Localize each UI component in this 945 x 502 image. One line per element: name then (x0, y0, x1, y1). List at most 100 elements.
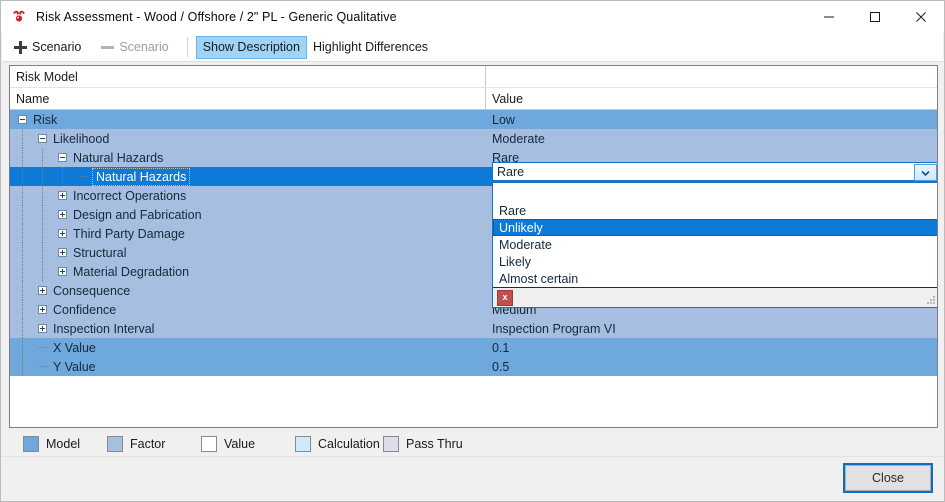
tree-guide-line (22, 357, 23, 376)
tree-row-value-cell[interactable]: Low (492, 110, 937, 129)
expand-icon[interactable] (38, 324, 47, 333)
tree-row-name-cell: Y Value (10, 357, 486, 376)
tree-row-name-cell: Natural Hazards (10, 148, 486, 167)
tree-leaf-connector (78, 172, 87, 181)
table-row[interactable]: Y Value 0.5 (10, 357, 937, 376)
remove-scenario-label: Scenario (119, 40, 169, 54)
tree-row-name-cell: Structural (10, 243, 486, 262)
dropdown-option[interactable]: Likely (493, 253, 937, 270)
expand-icon[interactable] (58, 229, 67, 238)
collapse-icon[interactable] (38, 134, 47, 143)
column-divider (485, 88, 486, 109)
table-row[interactable]: Likelihood Moderate (10, 129, 937, 148)
tree-guide-line (42, 148, 43, 167)
tree-row-label: Confidence (53, 302, 117, 317)
tree-row-name-cell: Third Party Damage (10, 224, 486, 243)
expand-icon[interactable] (38, 286, 47, 295)
tree-row-value: 0.1 (492, 340, 510, 355)
tree-leaf-connector (38, 362, 47, 371)
tree-row-value: Inspection Program VI (492, 321, 616, 336)
legend-swatch (383, 436, 399, 452)
legend-label: Calculation (318, 437, 380, 451)
app-icon (10, 8, 28, 26)
close-icon[interactable] (898, 1, 944, 33)
tree-guide-line (22, 129, 23, 148)
tree-row-label: Y Value (53, 359, 96, 374)
legend-item: Pass Thru (383, 436, 463, 452)
highlight-differences-toggle[interactable]: Highlight Differences (307, 37, 434, 58)
add-scenario-label: Scenario (32, 40, 82, 54)
close-button[interactable]: Close (843, 463, 933, 493)
dropdown-option[interactable]: Rare (493, 202, 937, 219)
tree-row-value: Low (492, 112, 515, 127)
tree-row-name-cell: Natural Hazards (10, 167, 486, 186)
window-controls (806, 1, 944, 33)
dropdown-option[interactable]: Unlikely (493, 219, 937, 236)
clear-x-icon[interactable]: x (497, 289, 513, 306)
tree-guide-line (62, 167, 63, 186)
legend-bar: Model Factor Value Calculation Pass Thru (9, 431, 938, 457)
dropdown-option-list: Rare Unlikely Moderate Likely Almost certain (493, 183, 937, 288)
tree-leaf-connector (38, 343, 47, 352)
tree-row-name-cell: Consequence (10, 281, 486, 300)
dropdown-option[interactable]: Moderate (493, 236, 937, 253)
chevron-down-icon[interactable] (914, 164, 937, 181)
tree-guide-line (22, 243, 23, 262)
title-bar: Risk Assessment - Wood / Offshore / 2" P… (1, 1, 944, 33)
expand-icon[interactable] (58, 248, 67, 257)
resize-grip-icon[interactable] (926, 295, 935, 304)
maximize-icon[interactable] (852, 1, 898, 33)
show-description-toggle[interactable]: Show Description (195, 35, 307, 59)
legend-item: Factor (107, 436, 165, 452)
tree-row-name-cell: Incorrect Operations (10, 186, 486, 205)
tree-row-label: Likelihood (53, 131, 110, 146)
tree-guide-line (22, 186, 23, 205)
window-title: Risk Assessment - Wood / Offshore / 2" P… (36, 10, 397, 24)
collapse-icon[interactable] (18, 115, 27, 124)
remove-scenario-button[interactable]: Scenario (93, 36, 176, 58)
column-header-row: Name Value (10, 88, 937, 110)
legend-item: Calculation (295, 436, 380, 452)
tree-guide-line (42, 205, 43, 224)
tree-guide-line (22, 319, 23, 338)
column-divider (485, 66, 486, 87)
tree-guide-line (22, 148, 23, 167)
table-row[interactable]: X Value 0.1 (10, 338, 937, 357)
table-row[interactable]: Inspection Interval Inspection Program VI (10, 319, 937, 338)
legend-swatch (107, 436, 123, 452)
dropdown-option[interactable]: Almost certain (493, 270, 937, 287)
dropdown-option[interactable] (493, 183, 937, 202)
tree-guide-line (42, 186, 43, 205)
tree-guide-line (42, 262, 43, 281)
tree-row-value-cell[interactable]: 0.1 (492, 338, 937, 357)
tree-guide-line (22, 205, 23, 224)
minimize-icon[interactable] (806, 1, 852, 33)
risk-model-band: Risk Model (10, 66, 937, 88)
expand-icon[interactable] (58, 210, 67, 219)
collapse-icon[interactable] (58, 153, 67, 162)
table-row[interactable]: Risk Low (10, 110, 937, 129)
expand-icon[interactable] (58, 267, 67, 276)
tree-row-value-cell[interactable]: Moderate (492, 129, 937, 148)
tree-row-value: 0.5 (492, 359, 510, 374)
dropdown-option-label: Likely (499, 254, 531, 269)
add-scenario-button[interactable]: Scenario (6, 36, 89, 58)
tree-row-value-cell[interactable]: Inspection Program VI (492, 319, 937, 338)
tree-row-label: Natural Hazards (73, 150, 164, 165)
tree-row-value-cell[interactable]: 0.5 (492, 357, 937, 376)
legend-label: Value (224, 437, 256, 451)
tree-row-name-cell: Material Degradation (10, 262, 486, 281)
expand-icon[interactable] (58, 191, 67, 200)
dropdown-option-label: Almost certain (499, 271, 579, 286)
expand-icon[interactable] (38, 305, 47, 314)
tree-row-label: X Value (53, 340, 96, 355)
tree-guide-line (42, 167, 43, 186)
tree-guide-line (22, 224, 23, 243)
toolbar: Scenario Scenario Show Description Highl… (2, 33, 943, 62)
legend-swatch (295, 436, 311, 452)
legend-label: Model (46, 437, 81, 451)
value-dropdown-popup[interactable]: Rare Unlikely Moderate Likely Almost certain… (492, 182, 937, 308)
tree-guide-line (42, 243, 43, 262)
combobox-value: Rare (497, 164, 525, 179)
value-combobox[interactable]: Rare (492, 162, 937, 181)
